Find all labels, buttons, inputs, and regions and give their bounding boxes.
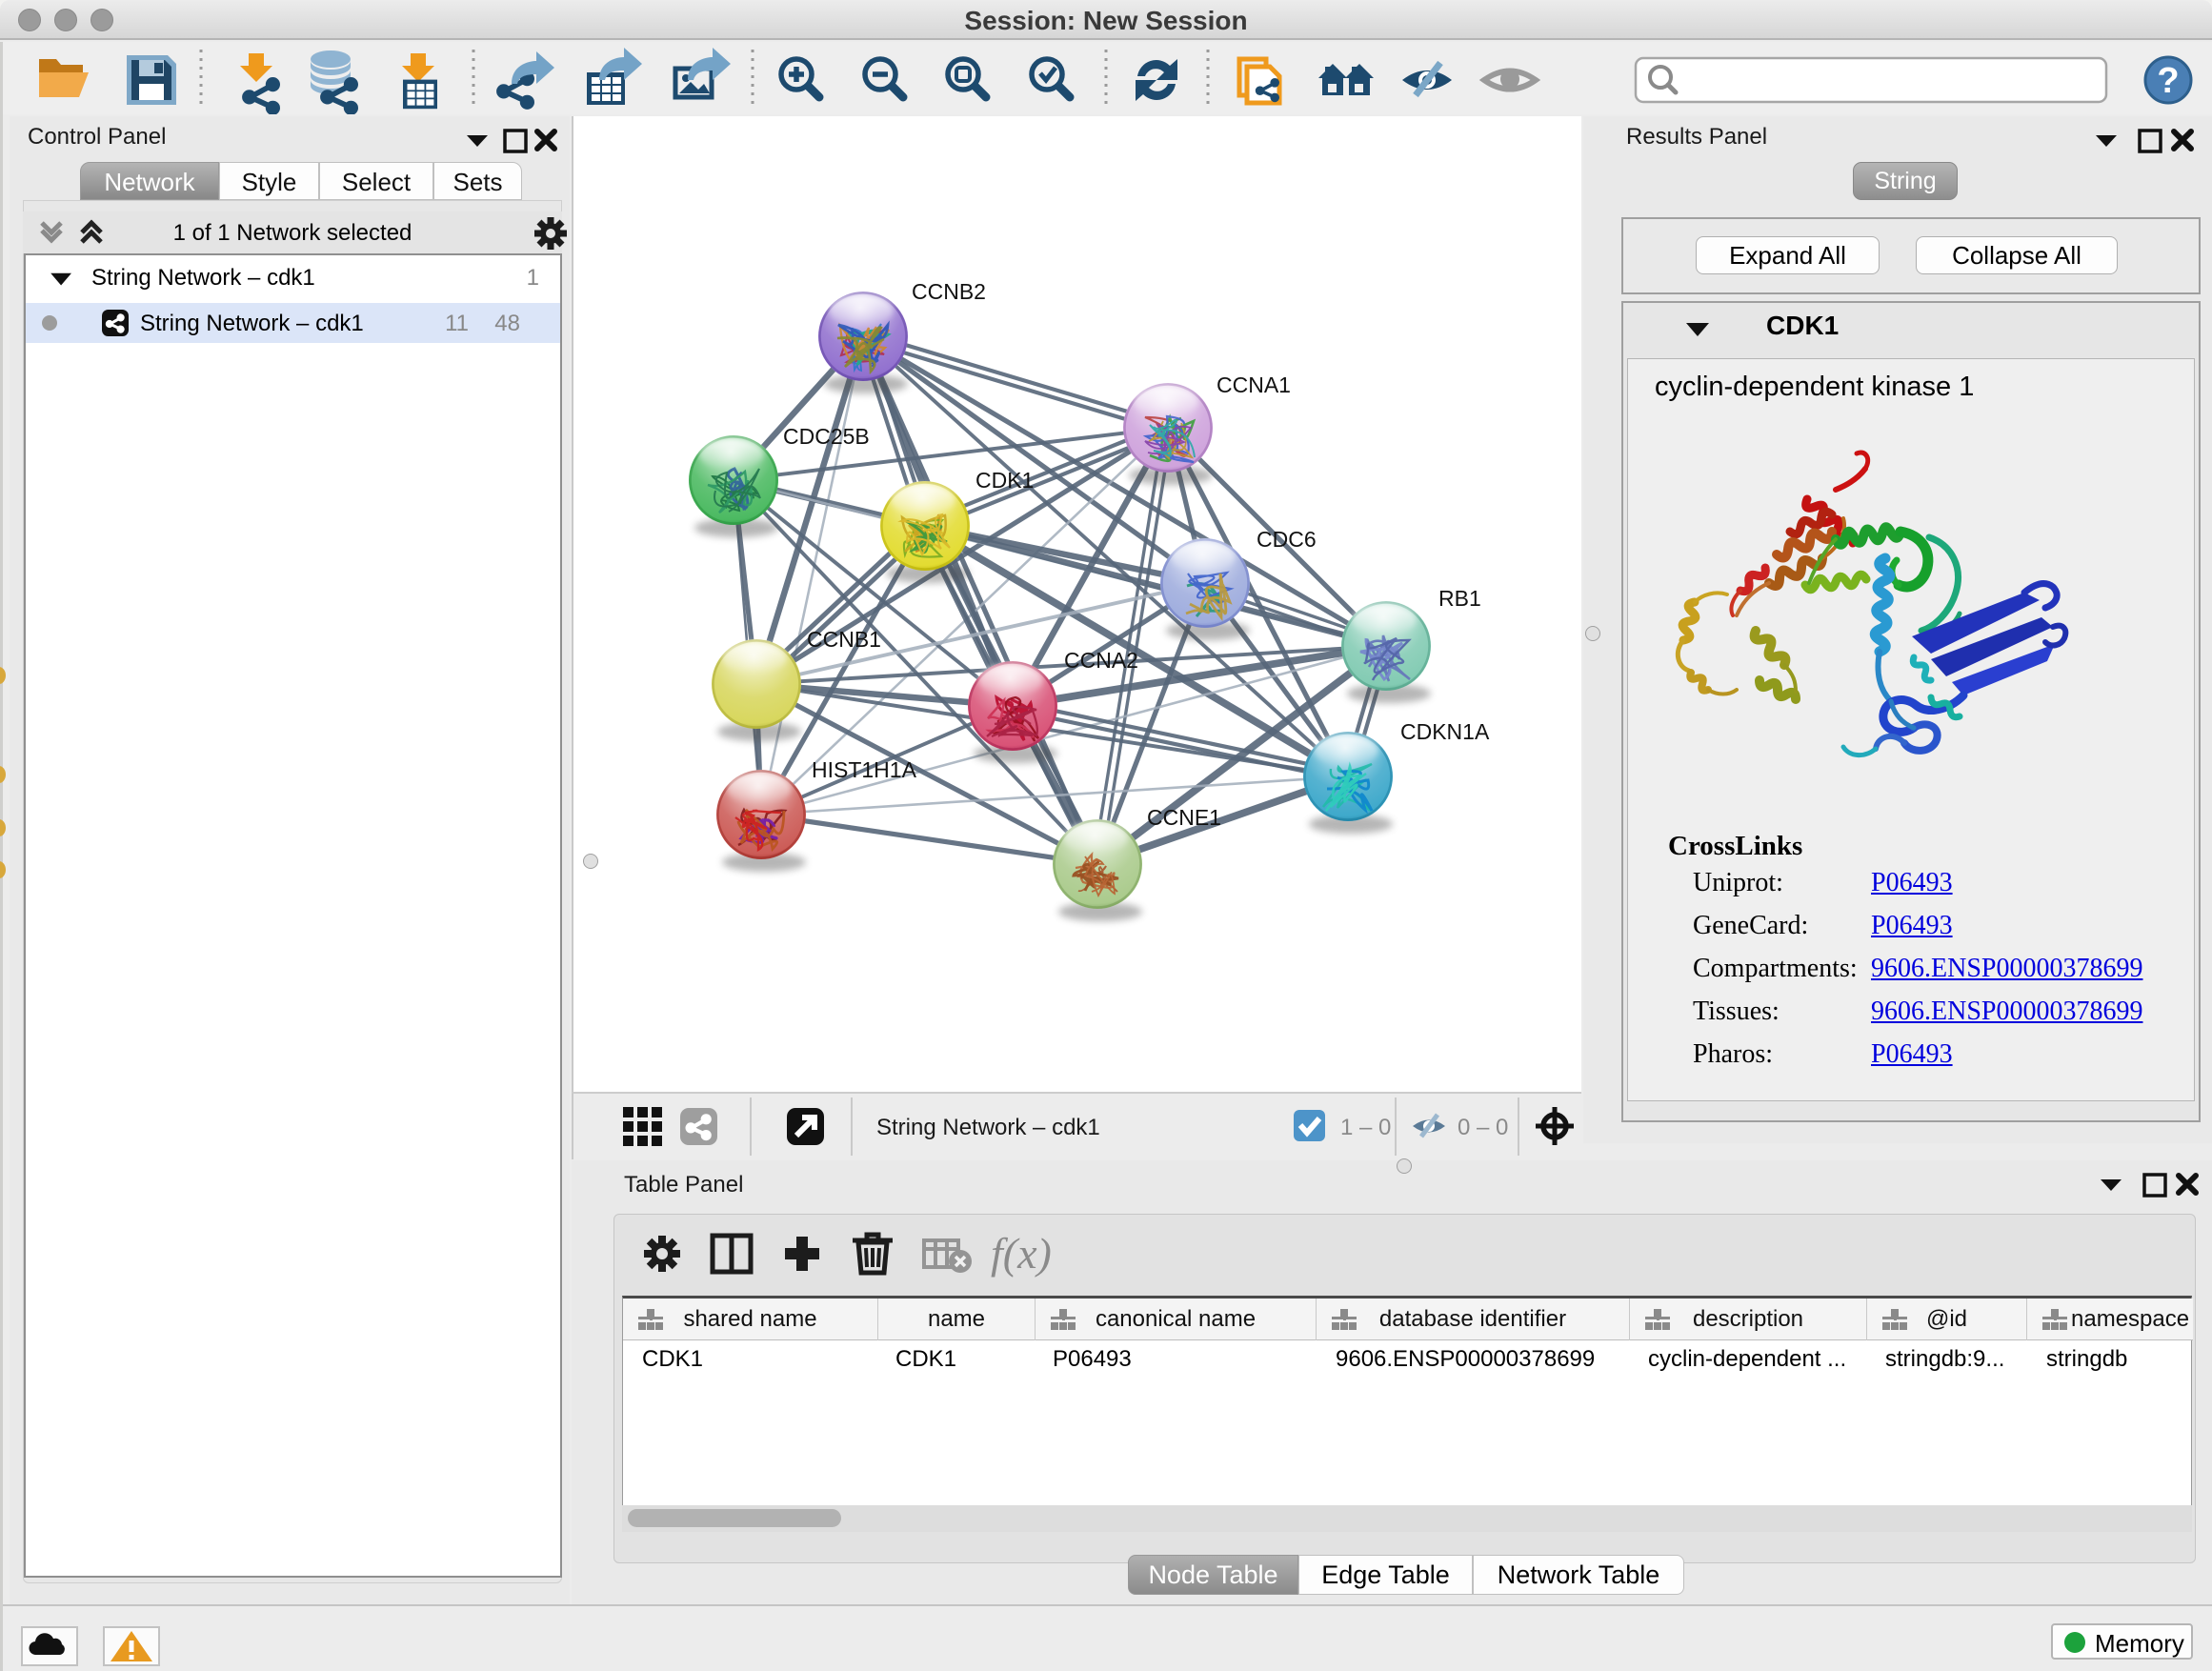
svg-text:CCNA1: CCNA1 [1217, 372, 1291, 397]
svg-text:String Network – cdk1: String Network – cdk1 [876, 1115, 1100, 1140]
svg-text:HIST1H1A: HIST1H1A [812, 757, 917, 782]
svg-text:CCNB2: CCNB2 [912, 279, 986, 304]
svg-text:0 – 0: 0 – 0 [1458, 1115, 1508, 1140]
svg-text:f(x): f(x) [991, 1229, 1052, 1278]
svg-text:?: ? [2157, 61, 2179, 101]
svg-text:CDC25B: CDC25B [783, 424, 870, 449]
svg-text:CCNB1: CCNB1 [807, 627, 881, 652]
svg-text:CDC6: CDC6 [1257, 527, 1317, 552]
svg-text:CDKN1A: CDKN1A [1400, 719, 1490, 744]
svg-text:CDK1: CDK1 [975, 468, 1034, 493]
svg-text:RB1: RB1 [1438, 586, 1481, 611]
svg-text:CCNA2: CCNA2 [1064, 648, 1138, 673]
svg-text:CCNE1: CCNE1 [1147, 805, 1221, 830]
svg-text:1 – 0: 1 – 0 [1340, 1115, 1391, 1140]
